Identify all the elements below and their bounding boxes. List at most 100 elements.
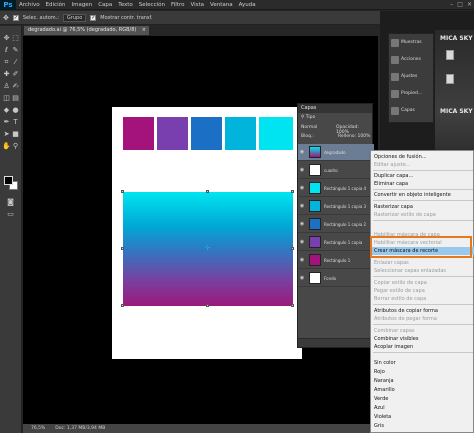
quick-select-icon[interactable]: ✎ bbox=[11, 46, 20, 55]
menu-item-paste-style[interactable]: Pegar estilo de capa bbox=[371, 287, 474, 295]
path-select-icon[interactable]: ➤ bbox=[2, 130, 11, 139]
move-tool-icon[interactable]: ✥ bbox=[3, 14, 9, 22]
menu-item-delete-layer[interactable]: Eliminar capa bbox=[371, 180, 474, 188]
menu-item-create-clipping-mask[interactable]: Crear máscara de recorte bbox=[371, 247, 474, 255]
layer-name[interactable]: Rectángulo 1 copia 4 bbox=[324, 186, 366, 191]
zoom-tool-icon[interactable]: ⚲ bbox=[11, 142, 20, 151]
lasso-tool-icon[interactable]: ℓ bbox=[2, 46, 11, 55]
transform-handle[interactable] bbox=[291, 304, 294, 307]
menu-item-rasterize-style[interactable]: Rasterizar estilo de capa bbox=[371, 211, 474, 219]
eraser-tool-icon[interactable]: ◫ bbox=[2, 94, 11, 103]
transform-handle[interactable] bbox=[206, 304, 209, 307]
layer-row[interactable]: ◉ cuadro bbox=[298, 162, 374, 179]
layer-name[interactable]: Rectángulo 1 copia bbox=[324, 240, 362, 245]
close-button[interactable]: ✕ bbox=[467, 1, 472, 8]
pen-tool-icon[interactable]: ✒ bbox=[2, 118, 11, 127]
transform-handle[interactable] bbox=[291, 190, 294, 193]
layer-name[interactable]: Fondo bbox=[324, 276, 336, 281]
menu-capa[interactable]: Capa bbox=[95, 2, 115, 8]
eyedropper-icon[interactable]: ⁄ bbox=[11, 58, 20, 67]
transform-center-icon[interactable]: ✛ bbox=[204, 245, 211, 252]
marquee-tool-icon[interactable]: ⬚ bbox=[11, 34, 20, 43]
move-tool-icon[interactable]: ✥ bbox=[2, 34, 11, 43]
menu-seleccion[interactable]: Selección bbox=[136, 2, 168, 8]
eye-icon[interactable]: ◉ bbox=[298, 275, 306, 281]
layer-row[interactable]: ◉ Rectángulo 1 copia 2 bbox=[298, 216, 374, 233]
eye-icon[interactable]: ◉ bbox=[298, 239, 306, 245]
panel-capas[interactable]: Capas bbox=[391, 105, 433, 116]
panel-propiedades[interactable]: Propied... bbox=[391, 88, 433, 99]
menu-item-link-layers[interactable]: Enlazar capas bbox=[371, 259, 474, 267]
menu-item-merge-visible[interactable]: Combinar visibles bbox=[371, 335, 474, 343]
menu-texto[interactable]: Texto bbox=[115, 2, 136, 8]
menu-item-blue[interactable]: Azul bbox=[371, 404, 474, 412]
menu-filtro[interactable]: Filtro bbox=[168, 2, 187, 8]
eye-icon[interactable]: ◉ bbox=[298, 185, 306, 191]
menu-item-rasterize-layer[interactable]: Rasterizar capa bbox=[371, 203, 474, 211]
healing-brush-icon[interactable]: ✚ bbox=[2, 70, 11, 79]
layer-row[interactable]: ◉ Fondo bbox=[298, 270, 374, 287]
layer-name[interactable]: Rectángulo 1 bbox=[324, 258, 350, 263]
menu-item-copy-shape-attributes[interactable]: Atributos de copiar forma bbox=[371, 307, 474, 315]
menu-item-violet[interactable]: Violeta bbox=[371, 413, 474, 421]
menu-item-enable-vector-mask[interactable]: Habilitar máscara vectorial bbox=[371, 239, 474, 247]
menu-vista[interactable]: Vista bbox=[187, 2, 207, 8]
blur-tool-icon[interactable]: ◆ bbox=[2, 106, 11, 115]
transform-controls-checkbox[interactable]: ✓ bbox=[90, 14, 97, 21]
shape-tool-icon[interactable]: ■ bbox=[11, 130, 20, 139]
menu-item-blending-options[interactable]: Opciones de fusión... bbox=[371, 153, 474, 161]
layer-name[interactable]: Rectángulo 1 copia 2 bbox=[324, 222, 366, 227]
history-brush-icon[interactable]: ✍ bbox=[11, 82, 20, 91]
transform-handle[interactable] bbox=[121, 190, 124, 193]
layer-filter[interactable]: ⚲ Tipo bbox=[301, 115, 377, 120]
menu-item-yellow[interactable]: Amarillo bbox=[371, 386, 474, 394]
menu-archivo[interactable]: Archivo bbox=[16, 2, 43, 8]
menu-item-convert-smart-object[interactable]: Convertir en objeto inteligente bbox=[371, 191, 474, 199]
crop-tool-icon[interactable]: ⌗ bbox=[2, 58, 11, 67]
menu-item-green[interactable]: Verde bbox=[371, 395, 474, 403]
menu-edicion[interactable]: Edición bbox=[43, 2, 69, 8]
maximize-button[interactable]: □ bbox=[457, 1, 463, 8]
panel-ajustes[interactable]: Ajustes bbox=[391, 71, 433, 82]
layer-row[interactable]: ◉ Rectángulo 1 copia 4 bbox=[298, 180, 374, 197]
type-tool-icon[interactable]: T bbox=[11, 118, 20, 127]
auto-select-checkbox[interactable]: ✓ bbox=[12, 14, 19, 21]
layers-panel-title[interactable]: Capas bbox=[298, 104, 372, 113]
auto-select-dropdown[interactable]: Grupo bbox=[62, 13, 87, 22]
menu-item-orange[interactable]: Naranja bbox=[371, 377, 474, 385]
panel-muestras[interactable]: Muestras bbox=[391, 37, 433, 48]
menu-item-select-linked[interactable]: Seleccionar capas enlazadas bbox=[371, 267, 474, 275]
hand-tool-icon[interactable]: ✋ bbox=[2, 142, 11, 151]
gradient-tool-icon[interactable]: ▤ bbox=[11, 94, 20, 103]
menu-item-red[interactable]: Rojo bbox=[371, 368, 474, 376]
panel-acciones[interactable]: Acciones bbox=[391, 54, 433, 65]
menu-item-edit-adjustment[interactable]: Editar ajuste... bbox=[371, 161, 474, 169]
menu-item-enable-layer-mask[interactable]: Habilitar máscara de capa bbox=[371, 231, 474, 239]
menu-ayuda[interactable]: Ayuda bbox=[236, 2, 259, 8]
eye-icon[interactable]: ◉ bbox=[298, 221, 306, 227]
fill-control[interactable]: Relleno: 100% bbox=[338, 134, 372, 139]
transform-handle[interactable] bbox=[121, 304, 124, 307]
menu-imagen[interactable]: Imagen bbox=[68, 2, 95, 8]
eye-icon[interactable]: ◉ bbox=[298, 149, 306, 155]
layer-row[interactable]: ◉ degradado bbox=[298, 144, 374, 161]
menu-item-merge-layers[interactable]: Combinar capas bbox=[371, 327, 474, 335]
menu-item-copy-style[interactable]: Copiar estilo de capa bbox=[371, 279, 474, 287]
menu-item-gray[interactable]: Gris bbox=[371, 422, 474, 430]
document-tab[interactable]: degradado.ai @ 76,5% (degradado, RGB/8) … bbox=[24, 26, 149, 35]
transform-handle[interactable] bbox=[291, 247, 294, 250]
menu-ventana[interactable]: Ventana bbox=[207, 2, 236, 8]
menu-item-paste-shape-attributes[interactable]: Atributos de pegar forma bbox=[371, 315, 474, 323]
transform-handle[interactable] bbox=[206, 190, 209, 193]
close-document-icon[interactable]: × bbox=[142, 26, 146, 35]
layer-row[interactable]: ◉ Rectángulo 1 bbox=[298, 252, 374, 269]
layer-row[interactable]: ◉ Rectángulo 1 copia 3 bbox=[298, 198, 374, 215]
screen-mode-icon[interactable]: ▭ bbox=[6, 210, 15, 219]
dodge-tool-icon[interactable]: ● bbox=[11, 106, 20, 115]
layer-name[interactable]: cuadro bbox=[324, 168, 338, 173]
menu-item-no-color[interactable]: Sin color bbox=[371, 359, 474, 367]
transform-handle[interactable] bbox=[121, 247, 124, 250]
quick-mask-icon[interactable]: ◙ bbox=[6, 198, 15, 207]
menu-item-clear-style[interactable]: Borrar estilo de capa bbox=[371, 295, 474, 303]
menu-item-duplicate-layer[interactable]: Duplicar capa... bbox=[371, 172, 474, 180]
